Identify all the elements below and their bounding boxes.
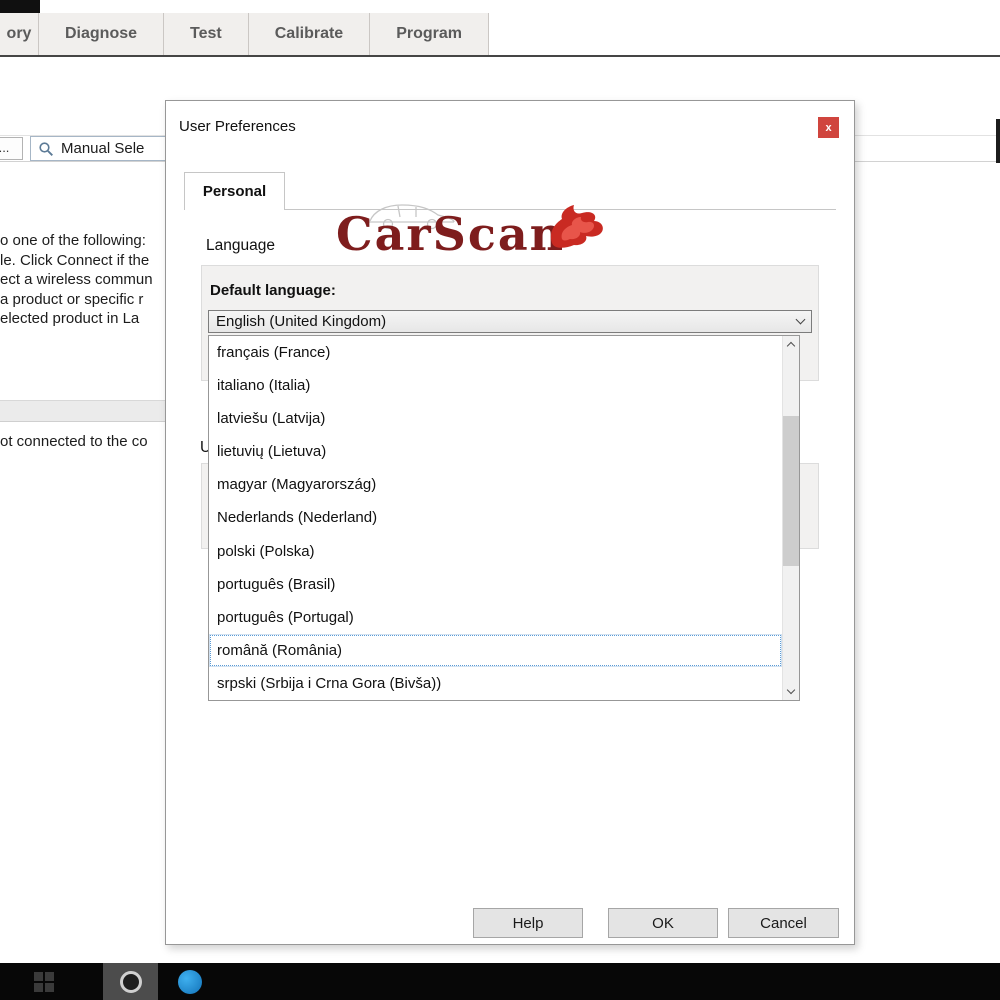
language-section-label: Language bbox=[206, 237, 275, 254]
user-preferences-dialog: User Preferences x Personal CarScan Lang… bbox=[165, 100, 855, 945]
ok-button[interactable]: OK bbox=[608, 908, 718, 938]
language-option-focused[interactable]: română (România) bbox=[209, 634, 782, 667]
chevron-up-icon bbox=[786, 341, 796, 351]
chevron-down-icon bbox=[786, 685, 796, 695]
taskbar bbox=[0, 963, 1000, 1000]
selected-language-value: English (United Kingdom) bbox=[216, 313, 387, 330]
language-option[interactable]: português (Portugal) bbox=[209, 601, 782, 634]
logo-text: CarScan bbox=[336, 207, 566, 261]
close-button[interactable]: x bbox=[818, 117, 839, 138]
tab-diagnose[interactable]: Diagnose bbox=[39, 13, 165, 55]
carscan-logo: CarScan bbox=[336, 197, 666, 275]
language-option[interactable]: latviešu (Latvija) bbox=[209, 402, 782, 435]
background-text-block: o one of the following: le. Click Connec… bbox=[0, 231, 168, 329]
main-tabbar: ory Diagnose Test Calibrate Program bbox=[0, 13, 1000, 57]
language-dropdown-list: français (France) italiano (Italia) latv… bbox=[208, 335, 800, 701]
screen: ory Diagnose Test Calibrate Program ... … bbox=[0, 0, 1000, 1000]
background-text-line: o one of the following: bbox=[0, 232, 146, 249]
language-option[interactable]: Nederlands (Nederland) bbox=[209, 501, 782, 534]
steering-wheel-icon bbox=[119, 970, 142, 993]
more-button[interactable]: ... bbox=[0, 137, 23, 160]
window-corner bbox=[0, 0, 40, 13]
tab-personal[interactable]: Personal bbox=[184, 172, 285, 210]
tab-program[interactable]: Program bbox=[370, 13, 489, 55]
scroll-up-button[interactable] bbox=[783, 336, 799, 353]
language-option[interactable]: français (France) bbox=[209, 336, 782, 369]
language-option[interactable]: magyar (Magyarország) bbox=[209, 468, 782, 501]
background-text-line: le. Click Connect if the bbox=[0, 251, 150, 269]
scroll-down-button[interactable] bbox=[783, 683, 799, 700]
manual-selection-label: Manual Sele bbox=[61, 140, 145, 157]
language-option[interactable]: polski (Polska) bbox=[209, 534, 782, 567]
language-option[interactable]: italiano (Italia) bbox=[209, 369, 782, 402]
cancel-button[interactable]: Cancel bbox=[728, 908, 839, 938]
window-edge bbox=[996, 119, 1000, 163]
chevron-down-icon bbox=[795, 314, 806, 325]
search-icon bbox=[38, 141, 54, 157]
default-language-label: Default language: bbox=[210, 282, 336, 299]
default-language-select[interactable]: English (United Kingdom) bbox=[208, 310, 812, 333]
language-option[interactable]: lietuvių (Lietuva) bbox=[209, 435, 782, 468]
tab-calibrate[interactable]: Calibrate bbox=[248, 13, 371, 55]
background-status-text: ot connected to the co bbox=[0, 433, 148, 450]
flame-icon bbox=[548, 203, 606, 260]
scrollbar-track[interactable] bbox=[782, 336, 799, 700]
manual-selection-button[interactable]: Manual Sele bbox=[30, 136, 182, 161]
background-text-line: a product or specific r bbox=[0, 290, 144, 308]
help-button[interactable]: Help bbox=[473, 908, 583, 938]
taskbar-browser-icon[interactable] bbox=[178, 970, 202, 994]
background-section-bar bbox=[0, 400, 170, 422]
taskbar-start-icon[interactable] bbox=[32, 970, 56, 994]
tab-test[interactable]: Test bbox=[164, 13, 249, 55]
dialog-title: User Preferences bbox=[179, 118, 296, 135]
tab-history-partial[interactable]: ory bbox=[0, 13, 39, 55]
language-option[interactable]: português (Brasil) bbox=[209, 568, 782, 601]
background-text-line: ect a wireless commun bbox=[0, 271, 153, 288]
scrollbar-thumb[interactable] bbox=[783, 416, 799, 566]
taskbar-app-button[interactable] bbox=[103, 963, 158, 1000]
language-option[interactable]: srpski (Srbija i Crna Gora (Bivša)) bbox=[209, 667, 782, 700]
background-text-line: elected product in La bbox=[0, 310, 140, 327]
language-option-list: français (France) italiano (Italia) latv… bbox=[209, 336, 782, 700]
